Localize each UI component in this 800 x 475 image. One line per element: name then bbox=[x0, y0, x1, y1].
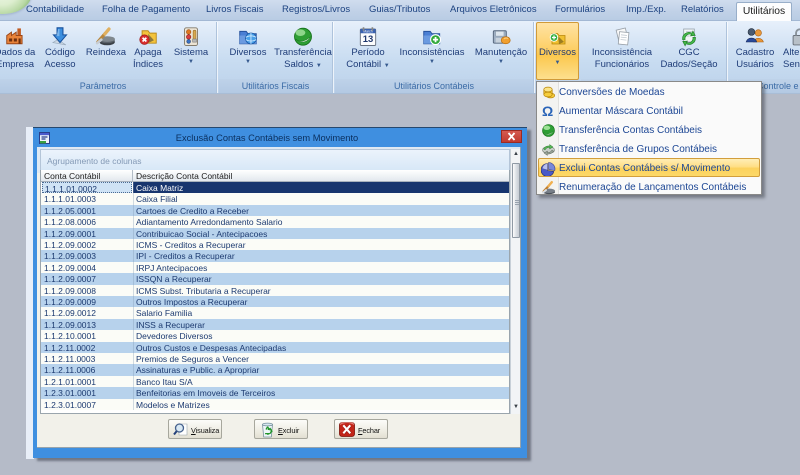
svg-text:13: 13 bbox=[363, 33, 373, 44]
